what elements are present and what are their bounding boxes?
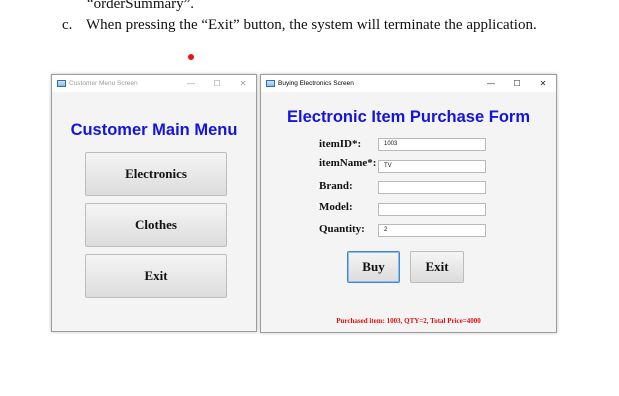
model-input[interactable]: [378, 203, 486, 216]
quantity-input[interactable]: 2: [378, 224, 486, 237]
clothes-button[interactable]: Clothes: [85, 203, 227, 247]
doc-step-c: c. When pressing the “Exit” button, the s…: [62, 17, 537, 34]
buy-button[interactable]: Buy: [347, 251, 400, 283]
minimize-icon[interactable]: —: [478, 75, 504, 92]
buying-window-titlebar[interactable]: Buying Electronics Screen — ☐ ✕: [261, 75, 556, 92]
item-id-input[interactable]: 1003: [378, 138, 486, 151]
minimize-icon[interactable]: —: [178, 75, 204, 92]
purchase-form-heading: Electronic Item Purchase Form: [287, 108, 530, 126]
customer-window-titlebar[interactable]: Customer Menu Screen — ☐ ✕: [52, 75, 256, 92]
customer-menu-heading: Customer Main Menu: [70, 121, 238, 139]
window-app-icon: [266, 80, 275, 87]
maximize-icon[interactable]: ☐: [504, 75, 530, 92]
customer-exit-button[interactable]: Exit: [85, 254, 227, 298]
model-label: Model:: [319, 201, 353, 213]
buying-electronics-window: Buying Electronics Screen — ☐ ✕ Electron…: [260, 74, 557, 333]
item-id-label: itemID*:: [319, 138, 362, 150]
brand-label: Brand:: [319, 180, 353, 192]
close-icon[interactable]: ✕: [530, 75, 556, 92]
customer-menu-window: Customer Menu Screen — ☐ ✕ Customer Main…: [51, 74, 257, 332]
quantity-label: Quantity:: [319, 223, 365, 235]
brand-input[interactable]: [378, 181, 486, 194]
doc-step-text: When pressing the “Exit” button, the sys…: [86, 17, 537, 33]
maximize-icon[interactable]: ☐: [204, 75, 230, 92]
purchase-exit-button[interactable]: Exit: [410, 251, 464, 283]
doc-step-marker: c.: [62, 17, 73, 33]
customer-window-title: Customer Menu Screen: [69, 80, 138, 87]
item-name-input[interactable]: TV: [378, 160, 486, 173]
item-name-label: itemName*:: [319, 157, 377, 169]
red-dot-marker: [188, 54, 194, 60]
electronics-button[interactable]: Electronics: [85, 152, 227, 196]
doc-text-order-summary: “orderSummary”.: [87, 0, 195, 12]
close-icon[interactable]: ✕: [230, 75, 256, 92]
window-app-icon: [57, 80, 66, 87]
buying-window-title: Buying Electronics Screen: [278, 80, 354, 87]
purchase-status-message: Purchased item: 1003, QTY=2, Total Price…: [336, 317, 481, 325]
